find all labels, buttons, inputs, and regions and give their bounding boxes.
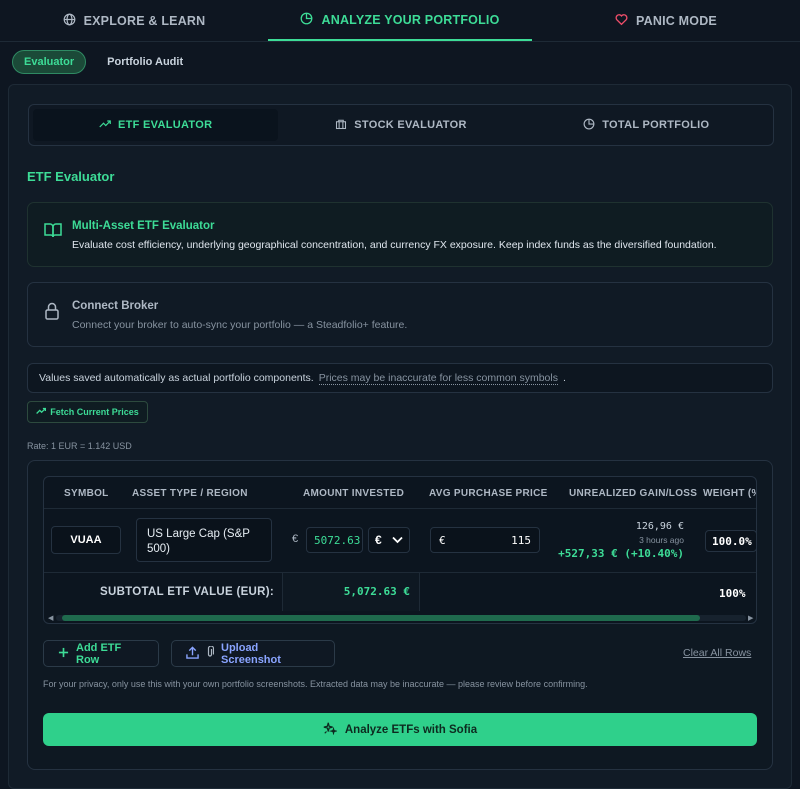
scroll-right-icon[interactable]: ▶ (748, 614, 753, 622)
tab-analyze-portfolio[interactable]: ANALYZE YOUR PORTFOLIO (268, 0, 532, 41)
connect-broker-description: Connect your broker to auto-sync your po… (72, 319, 408, 331)
unrealized-gain: +527,33 € (+10.40%) (558, 547, 684, 560)
symbol-input[interactable]: VUAA (51, 526, 121, 554)
tab-panic-mode[interactable]: PANIC MODE (532, 0, 800, 41)
add-etf-row-button[interactable]: Add ETF Row (43, 640, 159, 667)
analyze-etfs-label: Analyze ETFs with Sofia (344, 723, 478, 736)
evaluator-segmented-control: ETF EVALUATOR STOCK EVALUATOR TOTAL PORT… (28, 104, 774, 146)
col-header-asset-type: ASSET TYPE / REGION (132, 488, 248, 499)
segment-label: ETF EVALUATOR (117, 119, 213, 131)
note-suffix: . (562, 372, 566, 384)
tab-label: PANIC MODE (636, 13, 717, 28)
lock-icon (44, 302, 60, 325)
connect-broker-card[interactable]: Connect Broker Connect your broker to au… (27, 282, 773, 347)
autosave-note: Values saved automatically as actual por… (27, 363, 773, 393)
avg-price-value: 115 (511, 533, 531, 547)
add-etf-row-label: Add ETF Row (76, 641, 122, 666)
plus-icon (58, 647, 69, 661)
trend-up-icon (99, 118, 111, 133)
tab-explore-learn[interactable]: EXPLORE & LEARN (0, 0, 268, 41)
exchange-rate: Rate: 1 EUR = 1.142 USD (27, 441, 132, 451)
col-header-symbol: SYMBOL (64, 488, 109, 499)
privacy-note: For your privacy, only use this with you… (43, 679, 588, 689)
amount-invested-input[interactable]: 5072.63 (306, 527, 363, 553)
top-nav: EXPLORE & LEARN ANALYZE YOUR PORTFOLIO P… (0, 0, 800, 42)
weight-input[interactable]: 100.0% (705, 530, 756, 552)
upload-screenshot-label: Upload Screenshot (221, 641, 281, 666)
section-title: ETF Evaluator (27, 169, 115, 184)
amount-currency-symbol: € (292, 533, 299, 545)
analyze-etfs-button[interactable]: Analyze ETFs with Sofia (43, 713, 757, 746)
current-price: 126,96 € (635, 521, 684, 532)
pie-chart-icon (583, 118, 595, 133)
subtotal-cell: 5,072.63 € (282, 573, 420, 611)
currency-select[interactable]: € (368, 527, 410, 553)
etf-table: SYMBOL ASSET TYPE / REGION AMOUNT INVEST… (43, 476, 757, 624)
segment-etf-evaluator[interactable]: ETF EVALUATOR (33, 109, 279, 141)
fetch-prices-button[interactable]: Fetch Current Prices (27, 401, 148, 423)
segment-stock-evaluator[interactable]: STOCK EVALUATOR (278, 109, 523, 141)
bank-icon (335, 118, 347, 133)
trend-up-icon (36, 406, 47, 418)
info-card-title: Multi-Asset ETF Evaluator (72, 220, 215, 232)
fetch-prices-label: Fetch Current Prices (50, 407, 139, 417)
pie-chart-icon (300, 12, 313, 28)
globe-icon (63, 13, 76, 29)
table-header-row: SYMBOL ASSET TYPE / REGION AMOUNT INVEST… (44, 477, 757, 509)
col-header-amount: AMOUNT INVESTED (303, 488, 405, 499)
info-card-description: Evaluate cost efficiency, underlying geo… (72, 239, 717, 251)
subtab-evaluator[interactable]: Evaluator (12, 50, 87, 74)
subtotal-label: SUBTOTAL ETF VALUE (EUR): (100, 586, 275, 598)
subtotal-row: SUBTOTAL ETF VALUE (EUR): 5,072.63 € 100… (44, 572, 756, 612)
tab-label: ANALYZE YOUR PORTFOLIO (321, 12, 500, 27)
upload-icon (186, 645, 199, 662)
info-card: Multi-Asset ETF Evaluator Evaluate cost … (27, 202, 773, 267)
scroll-left-icon[interactable]: ◀ (48, 614, 53, 622)
scrollbar-thumb[interactable] (62, 615, 700, 621)
subtotal-percent: 100% (719, 587, 746, 600)
segment-label: STOCK EVALUATOR (354, 119, 467, 131)
subtab-portfolio-audit[interactable]: Portfolio Audit (96, 50, 194, 74)
avg-price-input[interactable]: € 115 (430, 527, 540, 553)
note-text: Values saved automatically as actual por… (39, 372, 314, 384)
currency-value: € (375, 533, 382, 547)
segment-label: TOTAL PORTFOLIO (602, 119, 710, 131)
avg-price-currency-symbol: € (439, 533, 446, 547)
subtotal-value: 5,072.63 € (343, 585, 410, 598)
asset-type-select[interactable]: US Large Cap (S&P 500) (136, 518, 272, 562)
upload-screenshot-button[interactable]: Upload Screenshot (171, 640, 335, 667)
tab-label: EXPLORE & LEARN (83, 13, 206, 28)
col-header-weight: WEIGHT (% (703, 488, 757, 499)
price-timestamp: 3 hours ago (639, 535, 684, 545)
book-icon (44, 222, 62, 243)
horizontal-scrollbar[interactable] (56, 615, 746, 621)
col-header-gain-loss: UNREALIZED GAIN/LOSS (569, 488, 698, 499)
chevron-down-icon (392, 533, 403, 547)
price-accuracy-link[interactable]: Prices may be inaccurate for less common… (318, 372, 558, 385)
col-header-avg-price: AVG PURCHASE PRICE (429, 488, 548, 499)
sub-tabs: Evaluator Portfolio Audit (12, 50, 194, 74)
clear-all-rows-link[interactable]: Clear All Rows (683, 647, 751, 659)
heart-icon (615, 13, 628, 29)
sparkles-icon (323, 721, 338, 738)
paperclip-icon (206, 645, 215, 661)
connect-broker-title: Connect Broker (72, 300, 159, 312)
segment-total-portfolio[interactable]: TOTAL PORTFOLIO (524, 109, 769, 141)
